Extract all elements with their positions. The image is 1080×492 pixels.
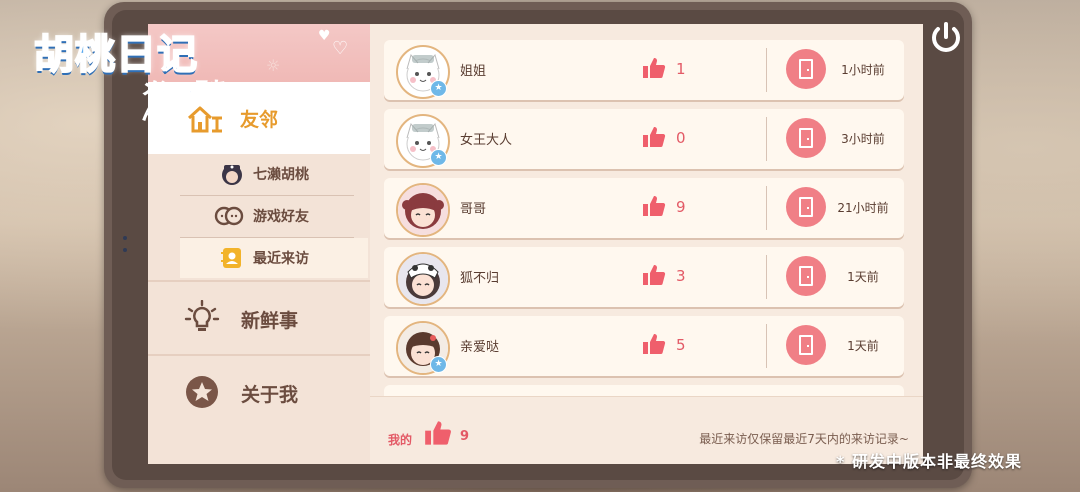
sub-item-label: 游戏好友: [253, 209, 309, 225]
girl-avatar-icon[interactable]: [396, 183, 450, 237]
visit-time: 1小时前: [841, 63, 885, 77]
thumbs-up-icon: [643, 127, 666, 147]
visit-time: 1天前: [847, 339, 879, 353]
visit-home-button[interactable]: [786, 118, 826, 158]
door-icon: [799, 197, 813, 217]
sub-item-nanase-kurumi[interactable]: 七濑胡桃: [180, 154, 368, 194]
friends-icon: [214, 206, 244, 226]
tab-about-me-label: 关于我: [241, 384, 299, 406]
visit-home-button[interactable]: [786, 325, 826, 365]
visitor-list[interactable]: ★ 姐姐 1 1小时前 ★ 女王大人 0 3小时前 哥哥 9 21小时前 狐不归…: [384, 40, 908, 398]
visit-record-note: 最近来访仅保留最近7天内的来访记录~: [699, 432, 909, 446]
star-icon: ★: [430, 80, 447, 97]
logo-subtitle: メンヘラちゃん: [142, 79, 245, 125]
heart-icon: ♡: [332, 38, 349, 59]
visit-home-button[interactable]: [786, 256, 826, 296]
divider: [766, 324, 767, 368]
thumbs-up-icon: [425, 421, 451, 445]
thumbs-up-icon: [643, 265, 666, 285]
visitor-row: ★ 亲爱哒 5 1天前: [384, 316, 904, 376]
sub-item-game-friends[interactable]: 游戏好友: [180, 196, 368, 236]
door-icon: [799, 59, 813, 79]
like-count: 5: [676, 336, 686, 354]
thumbs-up-icon: [643, 196, 666, 216]
thumbs-up-icon: [643, 58, 666, 78]
visit-time: 21小时前: [837, 201, 889, 215]
visit-time: 3小时前: [841, 132, 885, 146]
visitor-row: 哥哥 9 21小时前: [384, 178, 904, 238]
like-count: 1: [676, 60, 686, 78]
guestbook-icon: [221, 248, 241, 268]
divider: [766, 48, 767, 92]
visitor-name: 女王大人: [460, 133, 513, 148]
visitor-row: ★ 女王大人 0 3小时前: [384, 109, 904, 169]
door-icon: [799, 335, 813, 355]
star-icon: ★: [430, 356, 447, 373]
visitor-name: 哥哥: [460, 202, 487, 217]
door-icon: [799, 128, 813, 148]
like-count: 3: [676, 267, 686, 285]
like-count: 0: [676, 129, 686, 147]
like-count: 9: [676, 198, 686, 216]
visitor-name: 亲爱哒: [460, 340, 500, 355]
thumbs-up-icon: [643, 334, 666, 354]
camera-dot: [123, 248, 127, 252]
tab-news-label: 新鲜事: [241, 310, 299, 332]
visitor-name: 姐姐: [460, 64, 487, 79]
power-icon[interactable]: [926, 18, 966, 58]
game-logo: 胡桃日记 メンヘラちゃん: [30, 22, 260, 125]
sub-item-label: 七濑胡桃: [253, 167, 309, 183]
camera-dot: [123, 236, 127, 240]
divider: [766, 117, 767, 161]
star-icon: ★: [430, 149, 447, 166]
visitor-row: 狐不归 3 1天前: [384, 247, 904, 307]
visit-home-button[interactable]: [786, 49, 826, 89]
girl-avatar-icon[interactable]: [396, 252, 450, 306]
visit-time: 1天前: [847, 270, 879, 284]
star-badge-icon: [186, 376, 218, 408]
visitor-row: ★ 姐姐 1 1小时前: [384, 40, 904, 100]
tab-news[interactable]: 新鲜事: [148, 282, 370, 354]
visit-home-button[interactable]: [786, 187, 826, 227]
dev-watermark: * 研发中版本非最终效果: [836, 452, 1022, 471]
my-likes-label: 我的: [388, 433, 413, 447]
sun-icon: ☼: [266, 56, 281, 75]
logo-title: 胡桃日记: [33, 31, 198, 79]
sub-item-recent-visits[interactable]: 最近来访: [180, 238, 368, 278]
character-avatar-icon: [222, 165, 242, 185]
door-icon: [799, 266, 813, 286]
visitor-name: 狐不归: [460, 271, 500, 286]
sub-item-label: 最近来访: [253, 251, 309, 267]
divider: [766, 186, 767, 230]
friends-screen: ♥ ♡ ☼ 友邻 七濑胡桃 游戏好友 最近来访 新鲜事 关于我 ★ 姐姐 1 1…: [148, 24, 923, 464]
divider: [766, 255, 767, 299]
tab-about-me[interactable]: 关于我: [148, 356, 370, 428]
my-likes-count: 9: [460, 429, 470, 444]
heart-icon: ♥: [318, 28, 331, 44]
lightbulb-icon: [184, 300, 220, 331]
